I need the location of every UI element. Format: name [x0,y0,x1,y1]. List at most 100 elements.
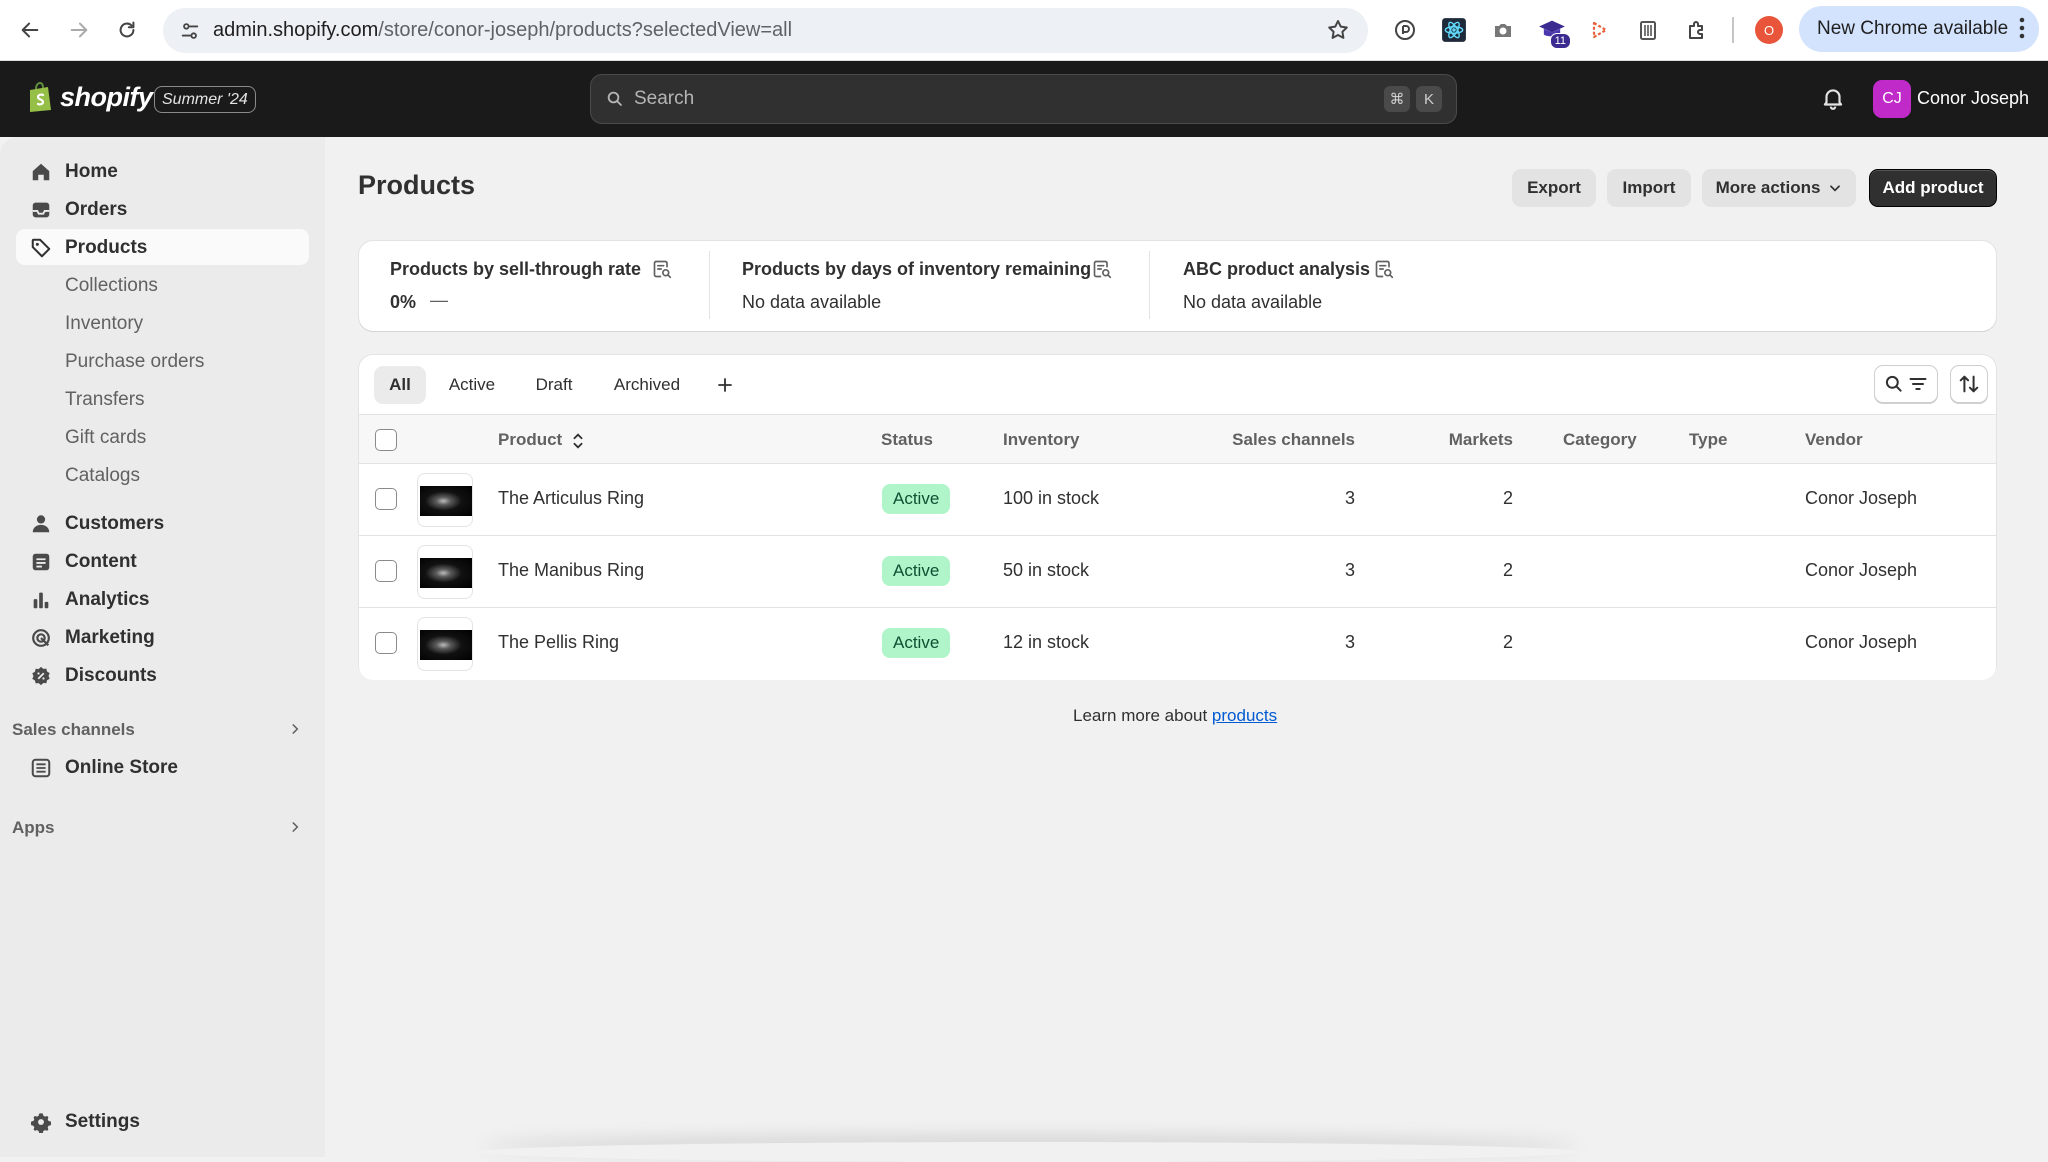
sidebar-item-label: Products [65,237,148,258]
metric-sell-through-trend: — [430,290,448,310]
products-help-link[interactable]: products [1212,706,1277,725]
tab-all[interactable]: All [374,366,426,404]
tag-icon [30,237,52,259]
trash-extension-icon[interactable] [1633,15,1663,45]
product-name[interactable]: The Manibus Ring [498,560,644,581]
new-chrome-available-button[interactable]: New Chrome available [1799,6,2039,52]
table-row[interactable]: The Manibus Ring Active 50 in stock 3 2 … [359,536,1996,608]
sidebar-item-label: Content [65,551,137,572]
sidebar-subitem-transfers[interactable]: Transfers [65,389,145,411]
sort-updown-icon [571,432,585,450]
shopify-logo[interactable]: shopify [26,81,153,113]
tab-draft[interactable]: Draft [521,366,587,404]
sidebar-item-orders[interactable]: Orders [16,191,309,227]
sidebar-item-customers[interactable]: Customers [16,505,309,541]
user-avatar[interactable]: CJ [1873,80,1911,118]
sidebar-item-content[interactable]: Content [16,543,309,579]
report-icon[interactable] [1092,259,1112,279]
product-name[interactable]: The Articulus Ring [498,488,644,509]
video-extension-icon[interactable] [1585,15,1615,45]
extension-badge: 11 [1549,33,1571,49]
apps-header[interactable]: Apps [12,818,302,838]
password-manager-extension-icon[interactable] [1390,15,1420,45]
search-filter-button[interactable] [1874,365,1938,403]
extensions-puzzle-icon[interactable] [1682,15,1712,45]
sidebar-subitem-inventory[interactable]: Inventory [65,313,143,335]
sidebar-item-products[interactable]: Products [16,229,309,265]
col-header-product[interactable]: Product [498,430,585,450]
url-path: /store/conor-joseph/products?selectedVie… [378,19,793,41]
sidebar-item-online-store[interactable]: Online Store [16,749,309,785]
product-thumbnail [417,473,473,527]
reload-icon[interactable] [111,14,143,46]
more-actions-button[interactable]: More actions [1702,169,1856,207]
sidebar-item-label: Analytics [65,589,150,610]
sales-channels-cell: 3 [1344,632,1355,652]
sidebar-item-home[interactable]: Home [16,153,309,189]
col-header-type: Type [1689,430,1728,449]
profile-avatar[interactable]: O [1755,16,1783,44]
sidebar-subitem-purchase-orders[interactable]: Purchase orders [65,351,204,373]
sidebar-item-label: Discounts [65,665,157,686]
analytics-card [359,241,1996,331]
admin-search[interactable]: Search ⌘ K [590,74,1457,124]
sidebar-item-settings[interactable]: Settings [16,1103,309,1139]
person-icon [30,513,52,535]
export-button[interactable]: Export [1512,169,1596,207]
select-all-checkbox[interactable] [375,429,397,451]
col-header-inventory: Inventory [1003,430,1080,449]
browser-toolbar: admin.shopify.com/store/conor-joseph/pro… [0,0,2048,61]
sidebar-item-marketing[interactable]: Marketing [16,619,309,655]
row-checkbox[interactable] [375,560,397,582]
page-title: Products [358,170,476,200]
import-button[interactable]: Import [1607,169,1691,207]
camera-extension-icon[interactable] [1488,15,1518,45]
metric-abc-title[interactable]: ABC product analysis [1183,259,1370,280]
edition-badge[interactable]: Summer '24 [154,86,256,113]
kbd-cmd: ⌘ [1384,86,1410,112]
table-header: Product Status Inventory Sales channels … [359,414,1996,464]
row-checkbox[interactable] [375,632,397,654]
sidebar-subitem-catalogs[interactable]: Catalogs [65,465,140,487]
add-product-button[interactable]: Add product [1869,169,1997,207]
sort-button[interactable] [1950,365,1988,403]
site-info-icon[interactable] [179,20,201,42]
sidebar-item-label: Orders [65,199,128,220]
product-name[interactable]: The Pellis Ring [498,632,619,653]
graduation-cap-extension-icon[interactable]: 11 [1537,15,1571,49]
learn-more-prefix: Learn more about [1073,706,1212,725]
markets-cell: 2 [1502,488,1513,508]
metric-days-inventory-title[interactable]: Products by days of inventory remaining [742,259,1091,280]
tab-archived[interactable]: Archived [599,366,695,404]
bell-icon[interactable] [1820,84,1846,112]
search-placeholder: Search [634,88,695,109]
tab-active[interactable]: Active [436,366,508,404]
inbox-icon [30,199,52,221]
inventory-cell: 100 in stock [1003,488,1100,508]
user-name[interactable]: Conor Joseph [1917,88,2029,109]
sidebar-subitem-collections[interactable]: Collections [65,275,158,297]
sales-channels-label: Sales channels [12,720,135,739]
report-icon[interactable] [652,259,672,279]
bookmark-star-icon[interactable] [1326,18,1350,42]
report-icon[interactable] [1374,259,1394,279]
react-devtools-extension-icon[interactable] [1439,15,1469,45]
sidebar-item-discounts[interactable]: Discounts [16,657,309,693]
vendor-cell: Conor Joseph [1805,560,1918,580]
col-header-product-label: Product [498,430,563,449]
add-view-button[interactable] [706,366,744,404]
table-row[interactable]: The Pellis Ring Active 12 in stock 3 2 C… [359,608,1996,680]
document-icon [30,551,52,573]
metric-sell-through-title[interactable]: Products by sell-through rate [390,259,641,280]
table-row[interactable]: The Articulus Ring Active 100 in stock 3… [359,464,1996,536]
address-bar[interactable]: admin.shopify.com/store/conor-joseph/pro… [163,8,1368,53]
row-checkbox[interactable] [375,488,397,510]
status-badge: Active [882,556,951,586]
home-icon [30,161,52,183]
sidebar-subitem-gift-cards[interactable]: Gift cards [65,427,146,449]
forward-icon[interactable] [63,14,95,46]
more-vert-icon[interactable] [2019,17,2025,39]
back-icon[interactable] [14,14,46,46]
sales-channels-header[interactable]: Sales channels [12,720,302,740]
sidebar-item-analytics[interactable]: Analytics [16,581,309,617]
